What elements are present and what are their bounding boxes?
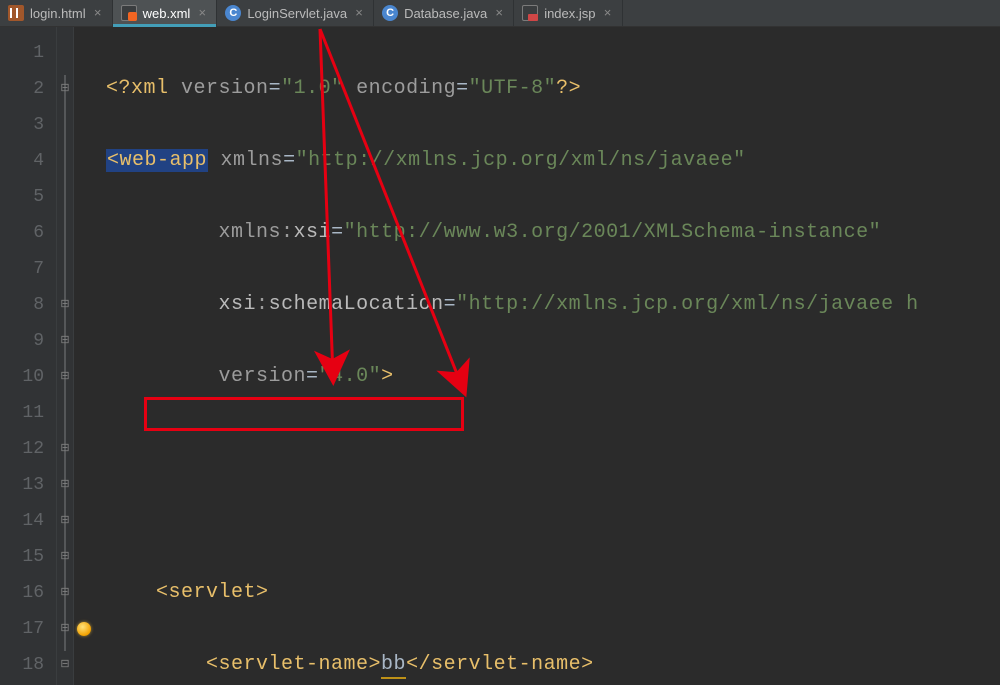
close-icon[interactable]: ×: [353, 7, 365, 19]
line-number: 1: [0, 35, 56, 71]
java-class-icon: [382, 5, 398, 21]
servlet-open: <servlet>: [156, 581, 269, 604]
line-number: 8: [0, 287, 56, 323]
java-class-icon: [225, 5, 241, 21]
fold-toggle-icon[interactable]: ⊟: [57, 539, 73, 575]
tab-index-jsp[interactable]: index.jsp ×: [514, 0, 622, 26]
line-number: 13: [0, 467, 56, 503]
jsp-file-icon: [522, 5, 538, 21]
tab-web-xml[interactable]: web.xml ×: [113, 0, 218, 26]
line-number-gutter: 1 2 3 4 5 6 7 8 9 10 11 12 13 14 15 16 1…: [0, 27, 57, 685]
tab-label: index.jsp: [544, 6, 595, 21]
close-icon[interactable]: ×: [602, 7, 614, 19]
line-number: 10: [0, 359, 56, 395]
line-number: 4: [0, 143, 56, 179]
fold-toggle-icon[interactable]: ⊟: [57, 287, 73, 323]
fold-toggle-icon[interactable]: ⊟: [57, 575, 73, 611]
fold-end-icon[interactable]: ⊟: [57, 467, 73, 503]
fold-toggle-icon[interactable]: ⊟: [57, 323, 73, 359]
line-number: 5: [0, 179, 56, 215]
line-number: 12: [0, 431, 56, 467]
fold-end-icon[interactable]: ⊟: [57, 431, 73, 467]
tab-login-html[interactable]: login.html ×: [0, 0, 113, 26]
tab-database-java[interactable]: Database.java ×: [374, 0, 514, 26]
line-number: 3: [0, 107, 56, 143]
code-editor[interactable]: 1 2 3 4 5 6 7 8 9 10 11 12 13 14 15 16 1…: [0, 27, 1000, 685]
fold-toggle-icon[interactable]: ⊟: [57, 359, 73, 395]
tab-loginservlet-java[interactable]: LoginServlet.java ×: [217, 0, 374, 26]
xml-pi: <?: [106, 77, 131, 100]
close-icon[interactable]: ×: [196, 7, 208, 19]
line-number: 18: [0, 647, 56, 683]
servlet-name-value: bb: [381, 653, 406, 679]
line-number: 2: [0, 71, 56, 107]
fold-gutter: ⊟ ⊟ ⊟ ⊟ ⊟ ⊟ ⊟ ⊟ ⊟ ⊟ ⊟: [57, 27, 74, 685]
editor-tabbar: login.html × web.xml × LoginServlet.java…: [0, 0, 1000, 27]
fold-toggle-icon[interactable]: ⊟: [57, 71, 73, 107]
fold-toggle-icon[interactable]: ⊟: [57, 503, 73, 539]
code-area[interactable]: <?xml version="1.0" encoding="UTF-8"?> <…: [94, 27, 1000, 685]
line-number: 6: [0, 215, 56, 251]
line-number: 17: [0, 611, 56, 647]
tab-label: Database.java: [404, 6, 487, 21]
close-icon[interactable]: ×: [493, 7, 505, 19]
fold-end-icon[interactable]: ⊟: [57, 647, 73, 683]
html-file-icon: [8, 5, 24, 21]
line-number: 14: [0, 503, 56, 539]
xml-file-icon: [121, 5, 137, 21]
line-number: 7: [0, 251, 56, 287]
line-number: 9: [0, 323, 56, 359]
tab-label: web.xml: [143, 6, 191, 21]
close-icon[interactable]: ×: [92, 7, 104, 19]
fold-end-icon[interactable]: ⊟: [57, 611, 73, 647]
line-number: 11: [0, 395, 56, 431]
tab-label: LoginServlet.java: [247, 6, 347, 21]
tab-label: login.html: [30, 6, 86, 21]
intention-bulb-icon[interactable]: [74, 611, 94, 647]
icon-gutter: [74, 27, 94, 685]
line-number: 15: [0, 539, 56, 575]
line-number: 16: [0, 575, 56, 611]
